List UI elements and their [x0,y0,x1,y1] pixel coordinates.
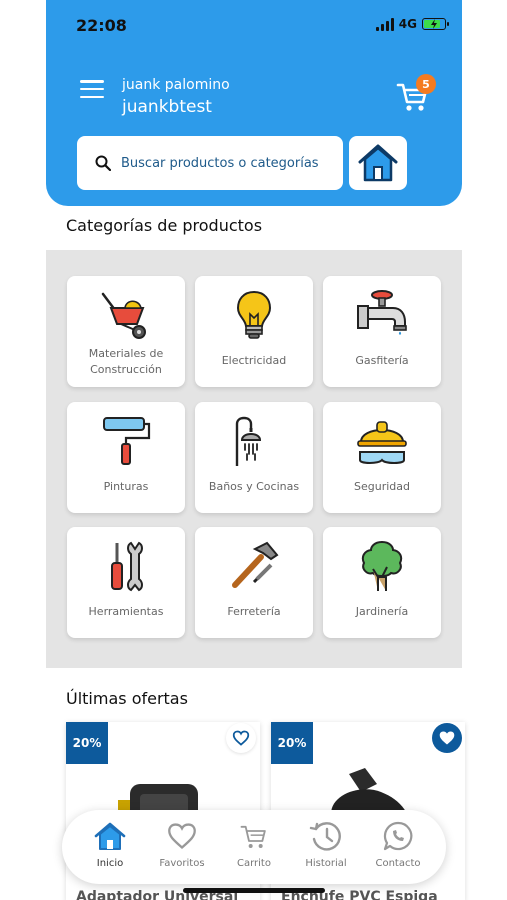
menu-button[interactable] [80,80,104,98]
bottom-nav: Inicio Favoritos Carrito Historial Conta… [62,810,446,884]
categories-panel: Materiales de Construcción Electricidad [46,250,462,668]
history-icon [309,820,343,852]
category-label: Herramientas [88,605,164,618]
category-card-materiales[interactable]: Materiales de Construcción [67,276,185,387]
search-icon [95,155,111,171]
nav-item-carrito[interactable]: Carrito [222,820,286,869]
nav-label: Contacto [375,858,421,869]
category-label: Jardinería [355,605,409,618]
home-button[interactable] [349,136,407,190]
category-label: Pinturas [103,480,149,493]
heart-icon [166,820,198,852]
nav-label: Carrito [237,858,271,869]
cart-icon [238,820,270,852]
category-card-gasfiteria[interactable]: Gasfitería [323,276,441,387]
categories-title: Categorías de productos [66,216,263,235]
category-card-pinturas[interactable]: Pinturas [67,402,185,513]
user-handle: juankbtest [122,97,212,117]
nav-item-inicio[interactable]: Inicio [78,820,142,869]
category-label: Seguridad [354,480,410,493]
home-icon [358,144,398,182]
hammer-icon [195,539,313,591]
category-card-electricidad[interactable]: Electricidad [195,276,313,387]
user-name: juank palomino [122,77,230,93]
offers-title: Últimas ofertas [66,689,188,708]
cart-count-badge: 5 [416,74,436,94]
screwdriver-wrench-icon [67,539,185,592]
app-header: 22:08 4G juank palomino juankbtest 5 Bus… [46,0,462,206]
wheelbarrow-icon [67,288,185,340]
nav-item-favoritos[interactable]: Favoritos [150,820,214,869]
safety-helmet-icon [323,414,441,466]
discount-badge: 20% [66,722,108,764]
category-card-banos-cocinas[interactable]: Baños y Cocinas [195,402,313,513]
category-label: Materiales de Construcción [88,347,164,376]
discount-badge: 20% [271,722,313,764]
home-icon [94,820,126,852]
favorite-button[interactable] [226,723,256,753]
network-type: 4G [398,17,417,31]
category-label: Gasfitería [355,354,409,367]
nav-label: Historial [305,858,347,869]
lightbulb-icon [195,288,313,340]
category-card-herramientas[interactable]: Herramientas [67,527,185,638]
nav-item-historial[interactable]: Historial [294,820,358,869]
category-card-seguridad[interactable]: Seguridad [323,402,441,513]
nav-label: Inicio [96,858,124,869]
nav-item-contacto[interactable]: Contacto [366,820,430,869]
status-indicators: 4G [375,17,449,31]
heart-outline-icon [232,730,250,746]
category-label: Baños y Cocinas [208,480,300,493]
faucet-icon [323,288,441,340]
signal-icon [375,17,394,31]
app-screen: 22:08 4G juank palomino juankbtest 5 Bus… [0,0,507,900]
status-time: 22:08 [76,16,127,35]
battery-icon [422,18,449,30]
paint-roller-icon [67,414,185,466]
tree-icon [323,539,441,591]
whatsapp-icon [382,820,414,852]
search-input[interactable]: Buscar productos o categorías [77,136,343,190]
shower-icon [195,414,313,466]
search-placeholder: Buscar productos o categorías [121,155,319,171]
category-card-jardineria[interactable]: Jardinería [323,527,441,638]
home-indicator [183,888,325,893]
category-label: Ferretería [227,605,281,618]
heart-filled-icon [439,731,455,745]
favorite-button[interactable] [432,723,462,753]
category-card-ferreteria[interactable]: Ferretería [195,527,313,638]
nav-label: Favoritos [159,858,205,869]
category-label: Electricidad [221,354,287,367]
